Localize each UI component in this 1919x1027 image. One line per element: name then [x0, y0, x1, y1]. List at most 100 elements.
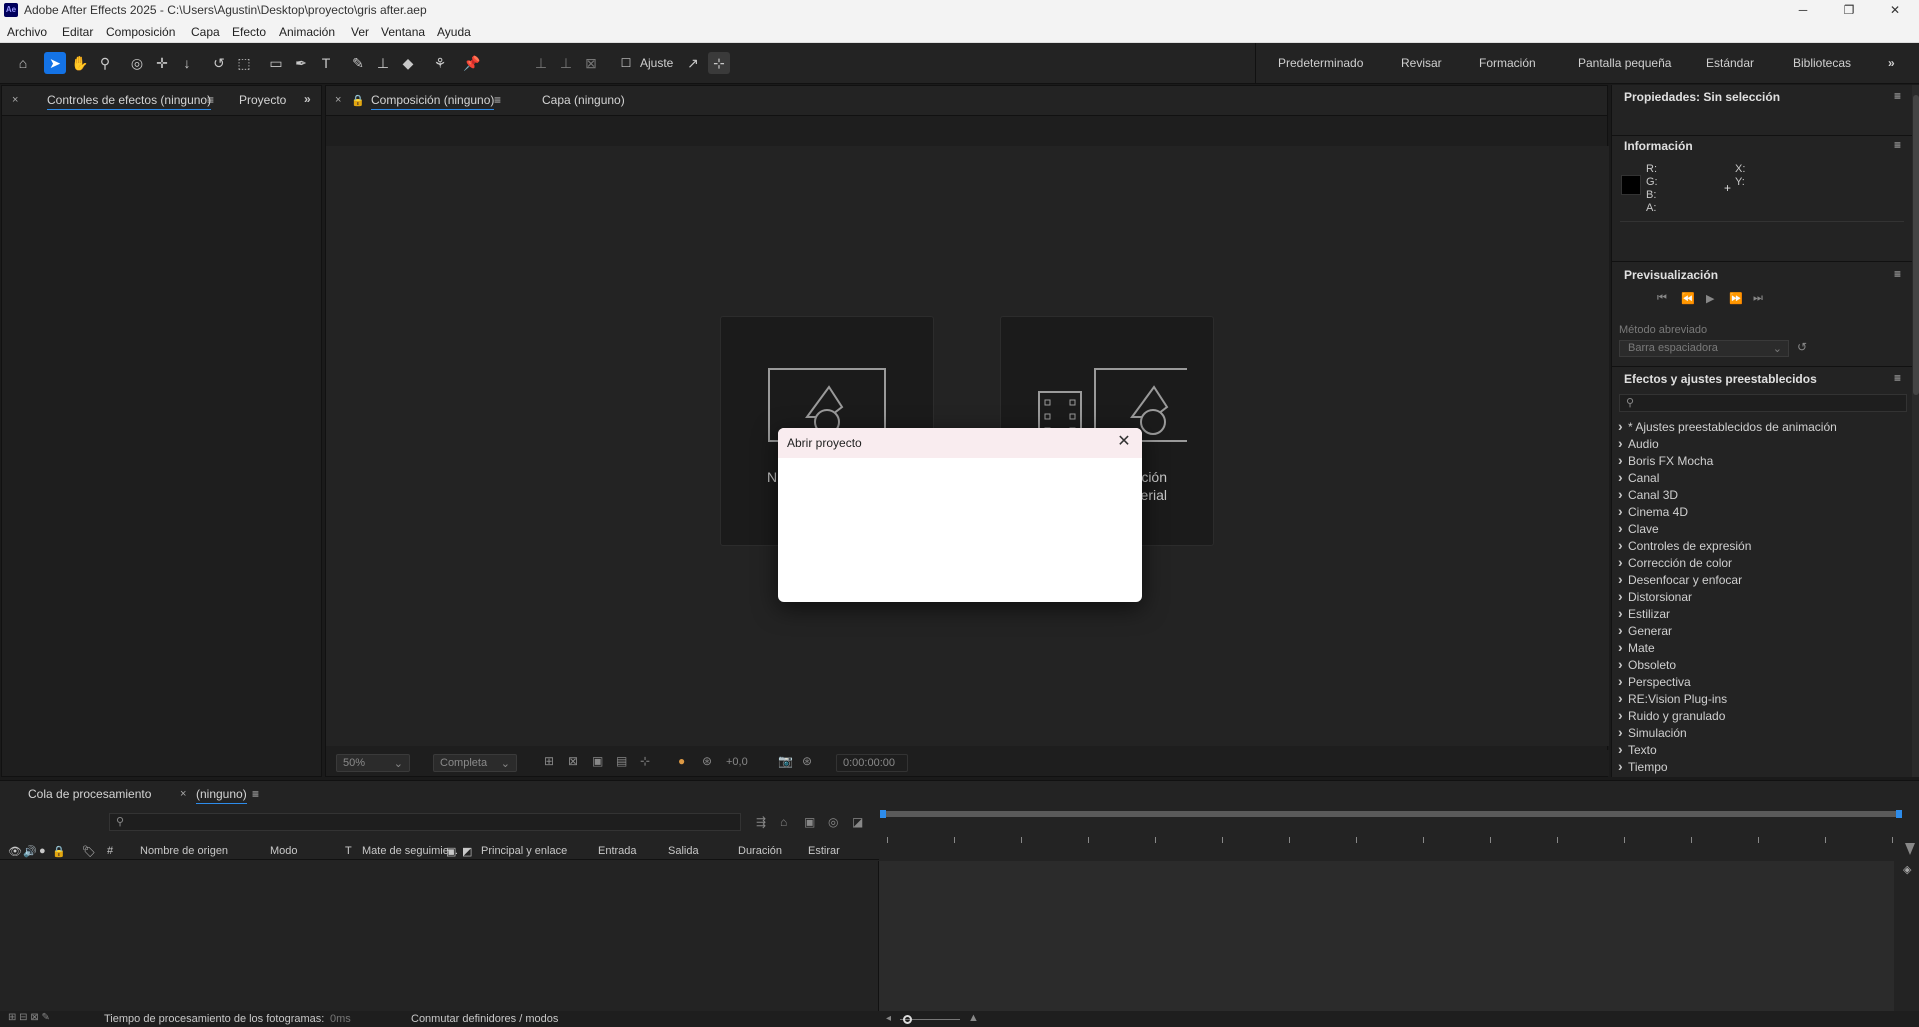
- close-icon[interactable]: ✕: [1114, 432, 1134, 452]
- maximize-button[interactable]: ❐: [1826, 0, 1872, 21]
- effect-category-item[interactable]: › Canal 3D: [1618, 486, 1678, 502]
- tab-layer[interactable]: Capa (ninguno): [542, 93, 625, 107]
- panel-menu-icon[interactable]: ≡: [207, 93, 214, 107]
- local-axis-icon[interactable]: ⊥: [530, 52, 552, 74]
- reset-icon[interactable]: ↺: [1797, 340, 1807, 354]
- workspace-revisar[interactable]: Revisar: [1401, 56, 1442, 70]
- lock-icon[interactable]: 🔒: [52, 845, 66, 858]
- composition-mini-flowchart-icon[interactable]: ⇶: [756, 815, 766, 829]
- effect-category-item[interactable]: › Boris FX Mocha: [1618, 452, 1713, 468]
- menu-archivo[interactable]: Archivo: [7, 25, 47, 39]
- menu-ver[interactable]: Ver: [351, 25, 369, 39]
- close-tab-icon[interactable]: ×: [180, 788, 186, 800]
- fx-switch-icon[interactable]: ◩: [462, 845, 472, 858]
- frame-blending-icon[interactable]: ▣: [804, 815, 815, 829]
- visibility-icon[interactable]: 👁: [8, 845, 22, 858]
- lock-icon[interactable]: 🔒: [351, 94, 365, 107]
- effect-category-item[interactable]: › Estilizar: [1618, 605, 1670, 621]
- column-in[interactable]: Entrada: [598, 845, 637, 857]
- effect-category-item[interactable]: › RE:Vision Plug-ins: [1618, 690, 1727, 706]
- tab-timeline-none[interactable]: (ninguno): [196, 787, 247, 804]
- column-parent-link[interactable]: Principal y enlace: [481, 845, 567, 857]
- zoom-in-icon[interactable]: ▲: [968, 1012, 979, 1024]
- more-tabs-icon[interactable]: »: [304, 92, 311, 106]
- home-icon[interactable]: ⌂: [12, 52, 34, 74]
- layer-search-input[interactable]: ⚲: [109, 813, 741, 831]
- workspace-bibliotecas[interactable]: Bibliotecas: [1793, 56, 1851, 70]
- effect-category-item[interactable]: › Cinema 4D: [1618, 503, 1688, 519]
- column-number[interactable]: #: [107, 845, 113, 857]
- snap-feature-icon[interactable]: ⊹: [708, 52, 730, 74]
- world-axis-icon[interactable]: ⊥: [555, 52, 577, 74]
- next-frame-icon[interactable]: ⏩: [1729, 292, 1743, 305]
- solo-icon[interactable]: ●: [39, 845, 46, 857]
- puppet-pin-icon[interactable]: 📌: [461, 52, 483, 74]
- first-frame-icon[interactable]: ⏮: [1657, 292, 1667, 305]
- menu-efecto[interactable]: Efecto: [232, 25, 266, 39]
- tab-composition[interactable]: Composición (ninguno): [371, 93, 495, 110]
- column-track-matte[interactable]: Mate de seguimie...: [362, 845, 458, 857]
- workspace-estandar[interactable]: Estándar: [1706, 56, 1754, 70]
- menu-editar[interactable]: Editar: [62, 25, 93, 39]
- effects-menu-icon[interactable]: ≡: [1894, 371, 1901, 385]
- dolly-camera-icon[interactable]: ↓: [176, 52, 198, 74]
- effect-category-item[interactable]: › Distorsionar: [1618, 588, 1692, 604]
- exposure-reset-icon[interactable]: ⊛: [702, 754, 712, 768]
- transparency-grid-icon[interactable]: ⊞: [544, 754, 554, 768]
- effect-category-item[interactable]: › Canal: [1618, 469, 1659, 485]
- zoom-dropdown[interactable]: 50% ⌄: [336, 754, 410, 772]
- menu-ayuda[interactable]: Ayuda: [437, 25, 471, 39]
- motion-blur-icon[interactable]: ◎: [828, 815, 838, 829]
- menu-ventana[interactable]: Ventana: [381, 25, 425, 39]
- snapshot-icon[interactable]: 📷: [778, 754, 793, 768]
- column-t[interactable]: T: [345, 845, 352, 857]
- layer-switches-icon[interactable]: ⊞ ⊟ ⊠ ✎: [8, 1012, 50, 1023]
- info-menu-icon[interactable]: ≡: [1894, 138, 1901, 152]
- column-mode[interactable]: Modo: [270, 845, 298, 857]
- toggle-switches-modes[interactable]: Conmutar definidores / modos: [411, 1013, 558, 1025]
- effect-category-item[interactable]: › Desenfocar y enfocar: [1618, 571, 1742, 587]
- close-tab-icon[interactable]: ×: [12, 94, 18, 106]
- effects-search-input[interactable]: ⚲: [1619, 394, 1907, 412]
- zoom-tool-icon[interactable]: ⚲: [94, 52, 116, 74]
- column-out[interactable]: Salida: [668, 845, 699, 857]
- orbit-camera-icon[interactable]: ◎: [126, 52, 148, 74]
- menu-composicion[interactable]: Composición: [106, 25, 175, 39]
- properties-menu-icon[interactable]: ≡: [1894, 89, 1901, 103]
- grid-options-icon[interactable]: ⊹: [640, 754, 650, 768]
- guides-icon[interactable]: ▤: [616, 754, 627, 768]
- menu-capa[interactable]: Capa: [191, 25, 220, 39]
- clone-stamp-icon[interactable]: ⊥: [372, 52, 394, 74]
- pan-behind-icon[interactable]: ⬚: [233, 52, 255, 74]
- workspace-predeterminado[interactable]: Predeterminado: [1278, 56, 1363, 70]
- workspace-pantalla-pequena[interactable]: Pantalla pequeña: [1578, 56, 1671, 70]
- play-icon[interactable]: ▶: [1706, 292, 1714, 305]
- column-source-name[interactable]: Nombre de origen: [140, 845, 228, 857]
- mask-visibility-icon[interactable]: ▣: [592, 754, 603, 768]
- effect-category-item[interactable]: › Texto: [1618, 741, 1657, 757]
- close-tab-icon[interactable]: ×: [335, 94, 341, 106]
- column-stretch[interactable]: Estirar: [808, 845, 840, 857]
- rectangle-tool-icon[interactable]: ▭: [265, 52, 287, 74]
- close-window-button[interactable]: ✕: [1872, 0, 1918, 21]
- column-duration[interactable]: Duración: [738, 845, 782, 857]
- resolution-dropdown[interactable]: Completa ⌄: [433, 754, 517, 772]
- region-of-interest-icon[interactable]: ⊠: [568, 754, 578, 768]
- snap-checkbox[interactable]: ☐: [615, 52, 637, 74]
- workspace-formacion[interactable]: Formación: [1479, 56, 1536, 70]
- tab-effect-controls[interactable]: Controles de efectos (ninguno): [47, 93, 212, 110]
- effect-category-item[interactable]: › Obsoleto: [1618, 656, 1676, 672]
- switches-icon[interactable]: ▣: [446, 845, 456, 858]
- effect-category-item[interactable]: › Simulación: [1618, 724, 1687, 740]
- pen-tool-icon[interactable]: ✒: [290, 52, 312, 74]
- minimize-button[interactable]: ─: [1780, 0, 1826, 21]
- effect-category-item[interactable]: › Corrección de color: [1618, 554, 1732, 570]
- zoom-out-icon[interactable]: ◂: [886, 1013, 891, 1024]
- tab-project[interactable]: Proyecto: [239, 93, 286, 107]
- view-axis-icon[interactable]: ⊠: [580, 52, 602, 74]
- effect-category-item[interactable]: › Mate: [1618, 639, 1655, 655]
- color-channels-icon[interactable]: ●: [678, 754, 685, 768]
- timeline-menu-icon[interactable]: ≡: [252, 787, 259, 801]
- pan-camera-icon[interactable]: ✛: [151, 52, 173, 74]
- zoom-slider-handle[interactable]: [903, 1015, 912, 1024]
